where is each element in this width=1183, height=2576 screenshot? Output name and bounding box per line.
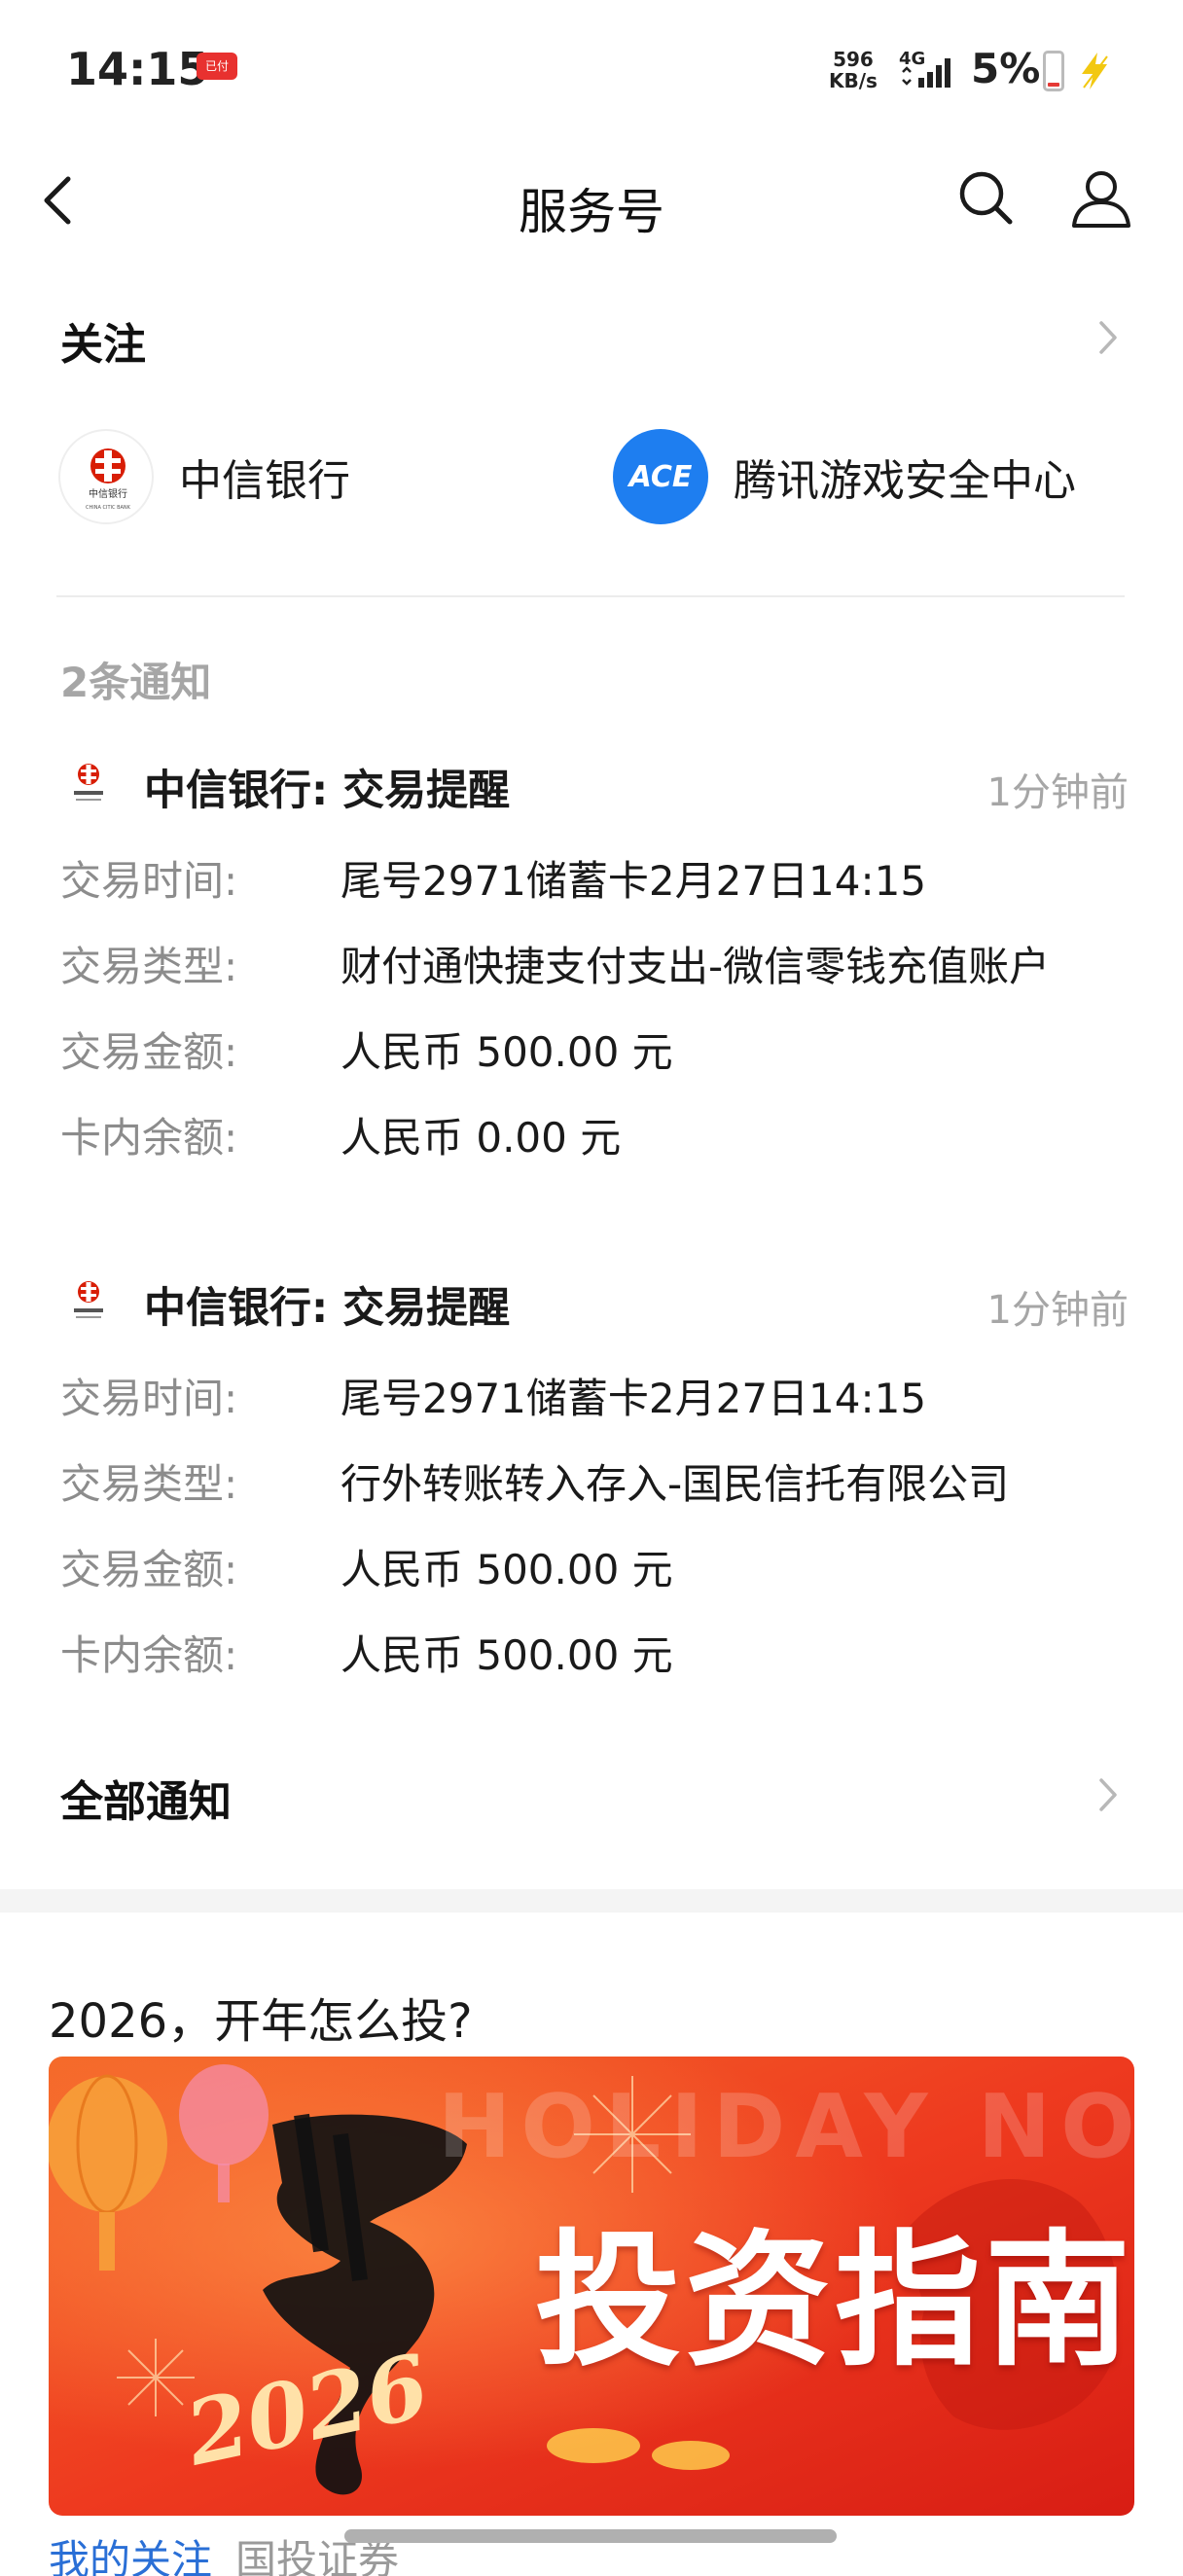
detail-label: 卡内余额: xyxy=(60,1114,238,1162)
home-indicator[interactable] xyxy=(344,2529,837,2543)
banner-watermark: HOLIDAY NOTICE xyxy=(438,2076,1134,2178)
detail-value: 尾号2971储蓄卡2月27日14:15 xyxy=(341,1375,927,1422)
follow-heading[interactable]: 关注 xyxy=(60,309,146,372)
notification-header: 中信银行: 交易提醒 1分钟前 xyxy=(58,1267,1129,1335)
notification-time: 1分钟前 xyxy=(986,1288,1129,1333)
status-time: 14:15 xyxy=(66,43,209,95)
followed-account-tencent-ace[interactable]: ACE 腾讯游戏安全中心 xyxy=(613,428,1076,525)
network-type: 4G xyxy=(899,49,925,69)
detail-row-type: 交易类型: 行外转账转入存入-国民信托有限公司 xyxy=(58,1444,1129,1529)
detail-row-amount: 交易金额: 人民币 500.00 元 xyxy=(58,1012,1129,1097)
detail-label: 交易类型: xyxy=(60,943,238,990)
chevron-right-icon[interactable] xyxy=(1093,317,1123,358)
notification-details: 交易时间: 尾号2971储蓄卡2月27日14:15 交易类型: 行外转账转入存入… xyxy=(58,1358,1129,1700)
detail-value: 人民币 0.00 元 xyxy=(341,1114,622,1162)
detail-value: 财付通快捷支付支出-微信零钱充值账户 xyxy=(341,943,1051,990)
citic-bank-small-logo-icon xyxy=(74,1281,103,1318)
detail-row-type: 交易类型: 财付通快捷支付支出-微信零钱充值账户 xyxy=(58,926,1129,1012)
all-notifications-link[interactable]: 全部通知 xyxy=(60,1767,232,1829)
ace-logo-text: ACE xyxy=(627,460,693,494)
detail-row-balance: 卡内余额: 人民币 500.00 元 xyxy=(58,1615,1129,1700)
notification-time: 1分钟前 xyxy=(986,770,1129,815)
detail-row-balance: 卡内余额: 人民币 0.00 元 xyxy=(58,1097,1129,1183)
charging-icon xyxy=(1082,53,1108,89)
status-bar: 14:15 已付 596 KB/s 4G 5% xyxy=(0,0,1183,146)
detail-label: 交易类型: xyxy=(60,1460,238,1508)
detail-value: 行外转账转入存入-国民信托有限公司 xyxy=(341,1460,1010,1508)
section-divider xyxy=(56,595,1125,597)
network-speed-value: 596 xyxy=(833,48,874,71)
citic-bank-small-logo-icon xyxy=(74,764,103,801)
notification-title: 中信银行: 交易提醒 xyxy=(144,767,511,815)
detail-value: 尾号2971储蓄卡2月27日14:15 xyxy=(341,857,927,905)
detail-value: 人民币 500.00 元 xyxy=(341,1028,673,1076)
detail-value: 人民币 500.00 元 xyxy=(341,1546,673,1593)
detail-label: 交易金额: xyxy=(60,1546,238,1593)
notification-count: 2条通知 xyxy=(60,659,212,706)
battery-icon xyxy=(1043,51,1064,91)
detail-value: 人民币 500.00 元 xyxy=(341,1631,673,1679)
detail-row-time: 交易时间: 尾号2971储蓄卡2月27日14:15 xyxy=(58,841,1129,926)
battery-percent: 5% xyxy=(971,45,1041,92)
payment-app-badge-icon: 已付 xyxy=(197,53,237,80)
followed-account-citic[interactable]: 中信银行 CHINA CITIC BANK 中信银行 xyxy=(58,428,350,525)
notification-title: 中信银行: 交易提醒 xyxy=(144,1284,511,1333)
notification-details: 交易时间: 尾号2971储蓄卡2月27日14:15 交易类型: 财付通快捷支付支… xyxy=(58,841,1129,1183)
notification-card[interactable]: 中信银行: 交易提醒 1分钟前 交易时间: 尾号2971储蓄卡2月27日14:1… xyxy=(58,1267,1129,1700)
tab-my-follows[interactable]: 我的关注 xyxy=(49,2536,212,2576)
nav-bar: 服务号 xyxy=(0,146,1183,263)
citic-logo-text: 中信银行 xyxy=(89,487,127,500)
article-banner[interactable]: 2026 HOLIDAY NOTICE 投资指南 xyxy=(49,2057,1134,2516)
tencent-ace-logo-icon: ACE xyxy=(613,429,708,524)
followed-account-name: 腾讯游戏安全中心 xyxy=(734,456,1076,506)
banner-headline: 投资指南 xyxy=(535,2217,1134,2386)
detail-label: 交易金额: xyxy=(60,1028,238,1076)
article-title[interactable]: 2026，开年怎么投? xyxy=(49,1983,473,2051)
followed-account-name: 中信银行 xyxy=(179,456,350,506)
user-icon[interactable] xyxy=(1070,167,1132,230)
detail-row-amount: 交易金额: 人民币 500.00 元 xyxy=(58,1529,1129,1615)
chevron-right-icon[interactable] xyxy=(1093,1774,1123,1815)
section-separator xyxy=(0,1889,1183,1913)
detail-label: 卡内余额: xyxy=(60,1631,238,1679)
detail-label: 交易时间: xyxy=(60,857,238,905)
citic-logo-subtext: CHINA CITIC BANK xyxy=(86,505,131,511)
detail-row-time: 交易时间: 尾号2971储蓄卡2月27日14:15 xyxy=(58,1358,1129,1444)
detail-label: 交易时间: xyxy=(60,1375,238,1422)
citic-bank-logo-icon: 中信银行 CHINA CITIC BANK xyxy=(58,429,154,524)
notification-header: 中信银行: 交易提醒 1分钟前 xyxy=(58,749,1129,817)
signal-icon: 4G xyxy=(899,49,950,88)
search-icon[interactable] xyxy=(957,169,1016,228)
network-speed: 596 KB/s xyxy=(829,49,878,91)
notification-card[interactable]: 中信银行: 交易提醒 1分钟前 交易时间: 尾号2971储蓄卡2月27日14:1… xyxy=(58,749,1129,1183)
network-speed-unit: KB/s xyxy=(829,69,878,92)
